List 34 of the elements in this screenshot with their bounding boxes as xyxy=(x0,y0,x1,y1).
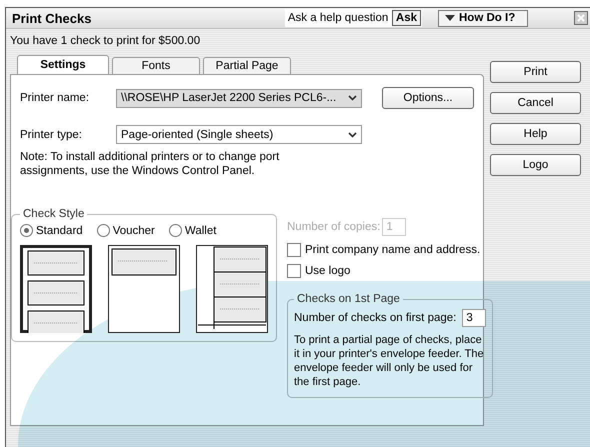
group-title: Checks on 1st Page xyxy=(296,293,401,305)
dialog-button[interactable]: Help xyxy=(490,123,581,145)
field-label: Number of checks on first page: xyxy=(294,312,456,324)
dialog-button[interactable]: Logo xyxy=(490,154,581,176)
printer-name-dropdown[interactable]: \\ROSE\HP LaserJet 2200 Series PCL6-... xyxy=(116,88,362,108)
radio-option[interactable]: Standard xyxy=(20,224,83,237)
summary-text: You have 1 check to print for $500.00 xyxy=(10,35,202,49)
radio-option[interactable]: Wallet xyxy=(168,224,216,237)
close-button[interactable] xyxy=(574,11,588,25)
caret-icon xyxy=(445,15,455,21)
copies-label: Number of copies: xyxy=(287,221,380,233)
checkbox[interactable]: Use logo xyxy=(287,264,494,278)
help-search-field[interactable]: Ask a help question Ask xyxy=(284,9,422,27)
close-icon xyxy=(577,14,585,22)
window-title: Print Checks xyxy=(12,10,92,26)
options-button[interactable]: Options... xyxy=(382,87,474,109)
checks-count-field[interactable]: 3 xyxy=(462,309,486,327)
radio-option[interactable]: Voucher xyxy=(96,224,155,237)
checkbox[interactable]: Print company name and address. xyxy=(287,243,494,257)
printer-type-dropdown[interactable]: Page-oriented (Single sheets) xyxy=(116,125,362,144)
ask-button[interactable]: Ask xyxy=(392,10,421,26)
how-do-i-button[interactable]: How Do I? xyxy=(438,10,528,26)
tab[interactable]: Fonts xyxy=(112,57,200,74)
chevron-icon xyxy=(348,132,357,138)
tab[interactable]: Partial Page xyxy=(203,57,291,74)
tab[interactable]: Settings xyxy=(17,55,109,74)
group-title: Check Style xyxy=(22,208,86,220)
chevron-icon xyxy=(348,95,357,101)
field-label: Printer type: xyxy=(20,128,83,140)
dialog-button[interactable]: Cancel xyxy=(490,92,581,114)
field-label: Printer name: xyxy=(20,92,90,104)
info-text: To print a partial page of checks, place it in your printer's envelope feeder. The envelope feeder will only be used for the first page. xyxy=(294,333,485,389)
note-text: Note: To install additional printers or to change port assignments, use the Windows Control Panel. xyxy=(20,150,280,178)
dialog-button[interactable]: Print xyxy=(490,61,581,83)
